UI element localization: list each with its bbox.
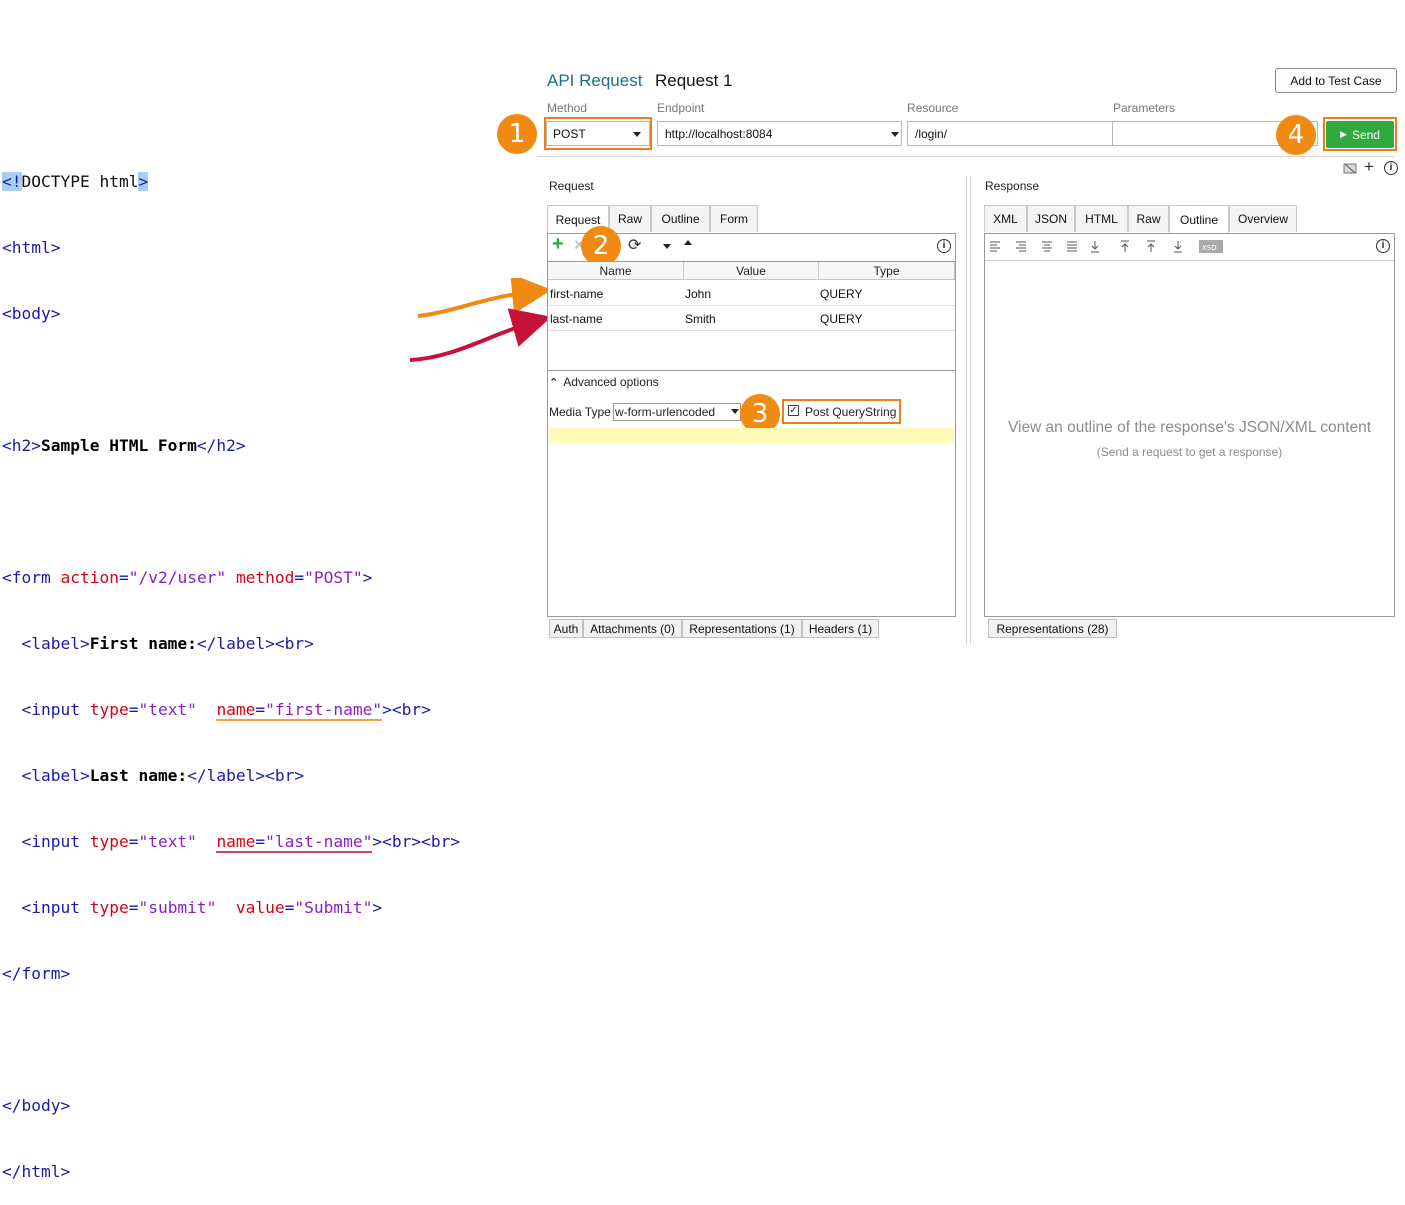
add-to-test-case-button[interactable]: Add to Test Case	[1275, 68, 1397, 93]
bottom-tab-headers[interactable]: Headers (1)	[802, 619, 879, 638]
media-type-select[interactable]: w-form-urlencoded	[613, 403, 741, 421]
add-panel-icon[interactable]: +	[1364, 157, 1374, 177]
step-badge-4: 4	[1276, 115, 1316, 155]
svg-text:XSD: XSD	[1202, 244, 1217, 252]
collapse-up-icon	[1121, 240, 1129, 252]
chevron-down-icon	[891, 132, 899, 137]
body-editor-line[interactable]	[549, 428, 954, 443]
param-value[interactable]: John	[685, 287, 711, 301]
move-down-icon[interactable]	[663, 244, 671, 249]
code-line: <html>	[2, 238, 61, 257]
move-bottom-icon	[1174, 241, 1182, 253]
param-name[interactable]: last-name	[550, 312, 603, 326]
method-label: Method	[547, 101, 588, 115]
chevron-down-icon	[731, 409, 739, 414]
tab-json[interactable]: JSON	[1027, 205, 1075, 232]
code-line: <label>First name:</label><br>	[2, 634, 314, 653]
param-type[interactable]: QUERY	[820, 287, 862, 301]
code-line: <input type="text" name="last-name"><br>…	[2, 832, 461, 853]
body-editor[interactable]	[549, 443, 954, 615]
code-line: <form action="/v2/user" method="POST">	[2, 568, 373, 587]
column-header-value[interactable]: Value	[684, 262, 819, 280]
advanced-options-toggle[interactable]: ⌃ Advanced options	[549, 375, 659, 389]
param-value[interactable]: Smith	[685, 312, 716, 326]
move-top-icon	[1147, 240, 1155, 252]
code-line: </html>	[2, 1162, 71, 1181]
code-line: </form>	[2, 964, 71, 983]
panel-splitter[interactable]	[966, 176, 967, 644]
parameters-label: Parameters	[1113, 101, 1176, 115]
align-justify-icon	[1067, 241, 1077, 252]
arrow-last-name	[409, 308, 550, 362]
chevron-up-icon: ⌃	[549, 376, 559, 389]
tab-raw[interactable]: Raw	[1128, 205, 1169, 232]
media-type-label: Media Type	[549, 405, 611, 419]
info-icon[interactable]: i	[937, 239, 951, 253]
tab-xml[interactable]: XML	[984, 205, 1027, 232]
code-line: </body>	[2, 1096, 71, 1115]
toolbar-divider	[985, 260, 1394, 261]
align-right-icon	[1016, 241, 1026, 252]
align-left-icon	[990, 241, 1000, 252]
resource-label: Resource	[907, 101, 959, 115]
bottom-tab-representations[interactable]: Representations (1)	[682, 619, 802, 638]
add-parameter-icon[interactable]: +	[552, 233, 564, 256]
info-icon[interactable]: i	[1376, 239, 1390, 253]
highlight-send	[1323, 117, 1397, 151]
refresh-icon[interactable]: ⟳	[628, 235, 641, 255]
code-line: <input type="submit" value="Submit">	[2, 898, 383, 917]
highlight-method	[544, 117, 652, 150]
table-row[interactable]: first-name John QUERY	[548, 281, 955, 305]
outline-toolbar: XSD	[990, 240, 1223, 253]
bottom-tab-attachments[interactable]: Attachments (0)	[583, 619, 682, 638]
row-divider	[548, 330, 955, 331]
column-header-type[interactable]: Type	[819, 262, 955, 280]
code-line: <!DOCTYPE html>	[2, 172, 149, 191]
header-divider	[537, 156, 1395, 157]
step-badge-2: 2	[581, 226, 621, 266]
table-row[interactable]: last-name Smith QUERY	[548, 306, 955, 330]
panel-splitter[interactable]	[970, 176, 971, 644]
api-request-label: API Request	[547, 71, 643, 90]
tab-raw[interactable]: Raw	[609, 205, 651, 232]
tab-outline[interactable]: Outline	[651, 205, 710, 232]
tab-html[interactable]: HTML	[1075, 205, 1128, 232]
annotation-arrows	[409, 278, 550, 362]
html-code-sample: <!DOCTYPE html> <html> <body> <h2>Sample…	[2, 127, 460, 1205]
code-line: <input type="text" name="first-name"><br…	[2, 700, 431, 721]
column-header-name[interactable]: Name	[548, 262, 684, 280]
param-name[interactable]: first-name	[550, 287, 603, 301]
request-section-label: Request	[549, 179, 594, 193]
response-section-label: Response	[985, 179, 1040, 193]
tab-form[interactable]: Form	[710, 205, 758, 232]
arrow-first-name	[417, 278, 550, 318]
tab-outline[interactable]: Outline	[1169, 205, 1229, 234]
panel-layout-icon[interactable]	[1343, 161, 1357, 175]
endpoint-select[interactable]: http://localhost:8084	[657, 121, 902, 146]
code-line: <label>Last name:</label><br>	[2, 766, 305, 785]
request-name[interactable]: Request 1	[655, 71, 733, 91]
code-line: <h2>Sample HTML Form</h2>	[2, 436, 246, 455]
bottom-tab-auth[interactable]: Auth	[549, 619, 583, 638]
resource-input[interactable]: /login/	[907, 121, 1113, 146]
align-center-icon	[1042, 241, 1052, 252]
bottom-tab-representations[interactable]: Representations (28)	[988, 619, 1117, 638]
outline-placeholder: View an outline of the response's JSON/X…	[1007, 419, 1372, 436]
endpoint-label: Endpoint	[657, 101, 705, 115]
outline-placeholder-hint: (Send a request to get a response)	[1096, 445, 1283, 459]
highlight-post-querystring	[782, 399, 901, 424]
code-line: <body>	[2, 304, 61, 323]
step-badge-1: 1	[497, 114, 537, 154]
tab-overview[interactable]: Overview	[1229, 205, 1297, 232]
param-type[interactable]: QUERY	[820, 312, 862, 326]
expand-down-icon	[1091, 241, 1099, 253]
move-up-icon[interactable]	[684, 240, 692, 245]
info-icon[interactable]: i	[1384, 161, 1398, 175]
